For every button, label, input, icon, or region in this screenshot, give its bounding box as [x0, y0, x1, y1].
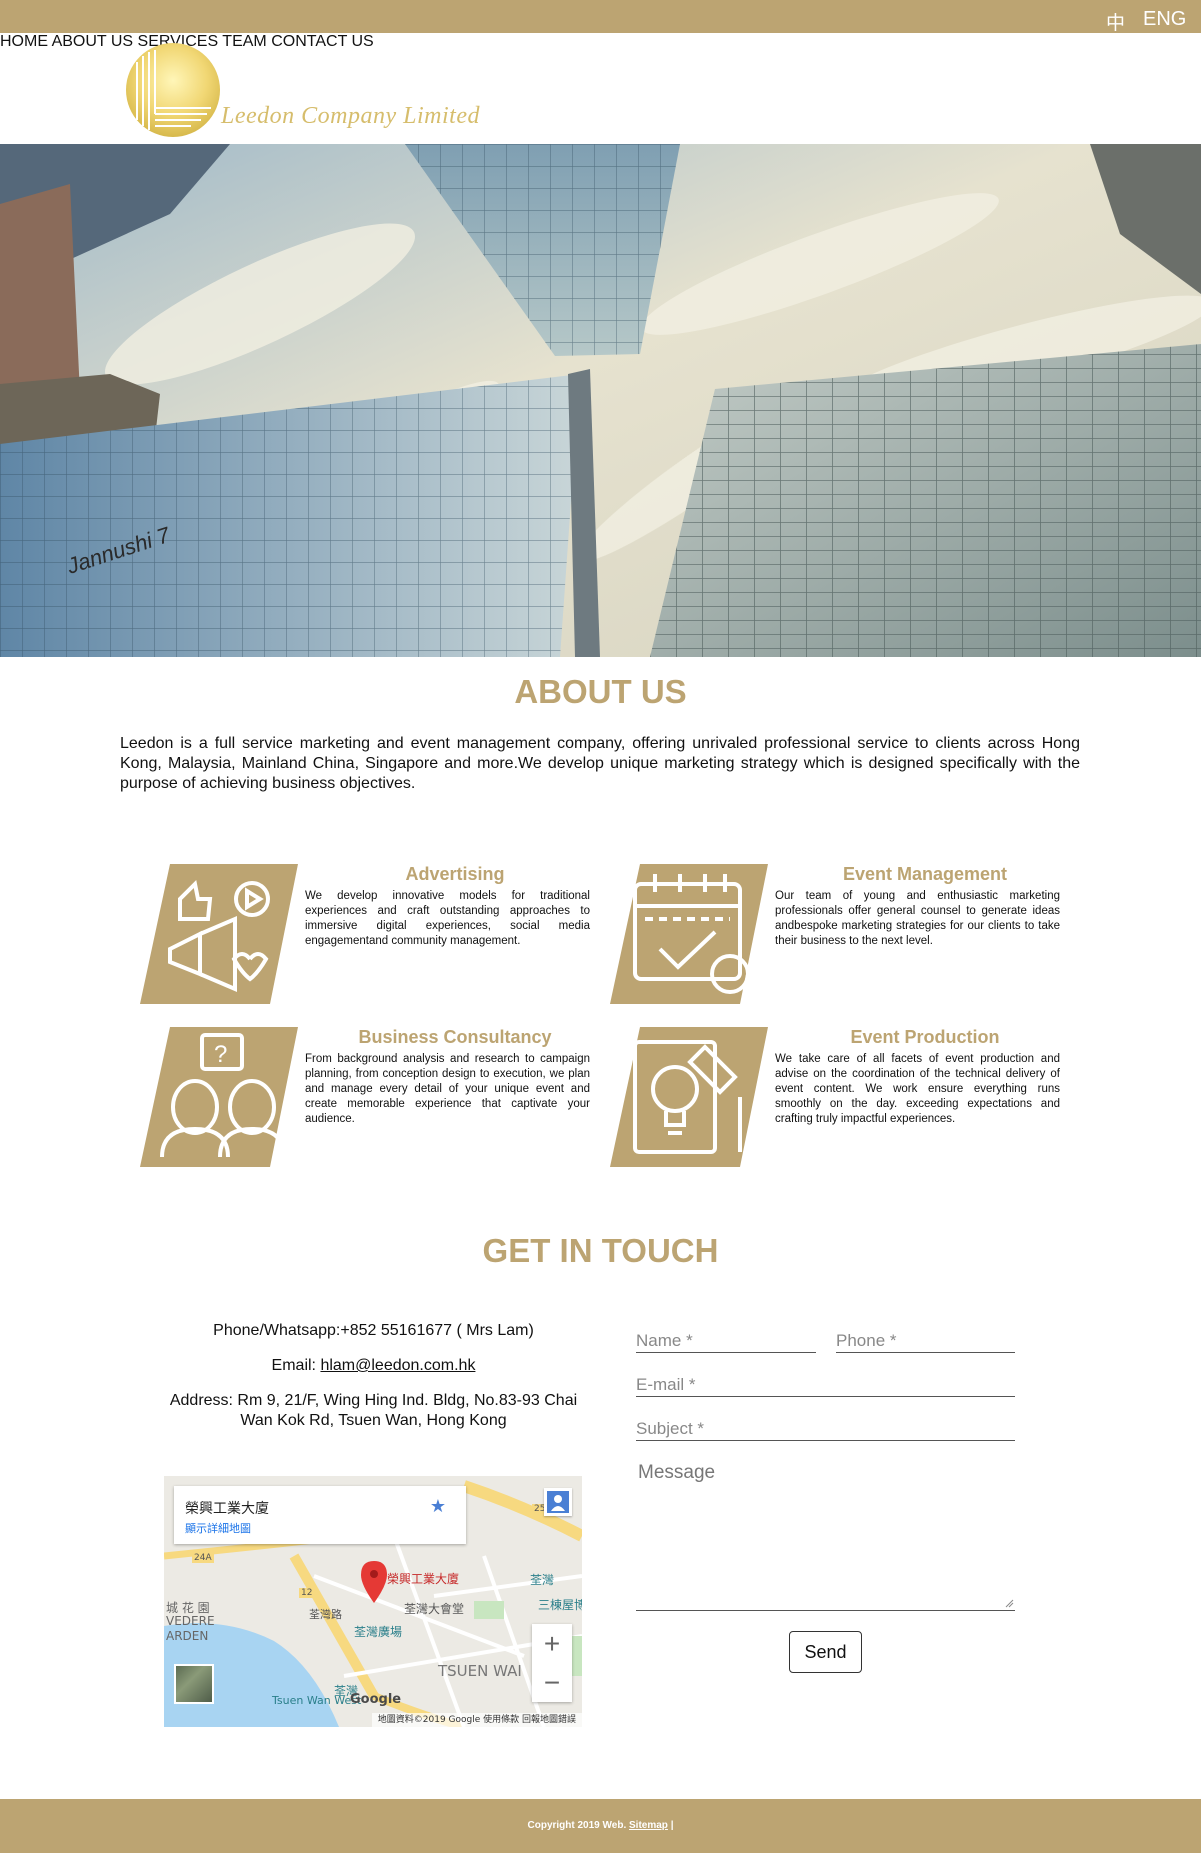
- message-placeholder: Message: [638, 1462, 716, 1483]
- map-label: TSUEN WAI: [438, 1662, 522, 1680]
- service-text: Our team of young and enthusiastic marke…: [775, 890, 1060, 947]
- lang-english-link[interactable]: ENG: [1143, 8, 1186, 31]
- map-view-larger-link[interactable]: 顯示詳細地圖: [185, 1520, 251, 1536]
- map-label: 24A: [192, 1553, 214, 1563]
- service-event-production: Event Production We take care of all fac…: [610, 1027, 1080, 1167]
- service-title: Event Management: [842, 864, 1008, 884]
- email-field[interactable]: E-mail *: [636, 1369, 1015, 1397]
- name-field[interactable]: Name *: [636, 1325, 816, 1353]
- map-footer[interactable]: 地圖資料©2019 Google 使用條款 回報地圖錯誤: [371, 1713, 582, 1727]
- nav-home[interactable]: HOME: [0, 33, 48, 50]
- site-footer: Copyright 2019 Web. Sitemap |: [0, 1799, 1201, 1853]
- lightbulb-document-icon: [610, 1027, 770, 1167]
- nav-about-us[interactable]: ABOUT US: [52, 33, 134, 50]
- service-title: Business Consultancy: [358, 1027, 552, 1047]
- name-placeholder: Name *: [636, 1331, 693, 1350]
- site-header: Leedon Company Limited HOME ABOUT US SER…: [0, 33, 1201, 144]
- language-bar: 中 ENG: [0, 0, 1201, 35]
- service-business-consultancy: ? Business Consultancy From background a…: [140, 1027, 610, 1167]
- phone-field[interactable]: Phone *: [836, 1325, 1015, 1353]
- svg-text:?: ?: [214, 1041, 227, 1068]
- copyright: Copyright 2019 Web.: [527, 1820, 630, 1831]
- map-pin-label: 榮興工業大廈: [387, 1572, 460, 1586]
- map-label: ARDEN: [166, 1629, 209, 1643]
- satellite-toggle-button[interactable]: [174, 1664, 214, 1704]
- contact-address: Address: Rm 9, 21/F, Wing Hing Ind. Bldg…: [160, 1391, 587, 1431]
- resize-handle-icon[interactable]: [1004, 1598, 1014, 1608]
- contact-email-line: Email: hlam@leedon.com.hk: [160, 1356, 587, 1376]
- sitemap-link[interactable]: Sitemap: [629, 1820, 668, 1831]
- service-event-management: Event Management Our team of young and e…: [610, 864, 1080, 1004]
- brand-name[interactable]: Leedon Company Limited: [221, 103, 480, 130]
- map-label: 荃灣廣場: [354, 1625, 403, 1639]
- message-textarea[interactable]: Message: [636, 1456, 1015, 1611]
- map-place-name: 榮興工業大廈: [185, 1501, 269, 1517]
- map-zoom-controls: + −: [532, 1624, 572, 1702]
- get-in-touch-title: GET IN TOUCH: [482, 1232, 719, 1269]
- google-logo: Google: [350, 1692, 402, 1707]
- service-title: Advertising: [405, 864, 505, 884]
- map-label: Tsuen Wan West: [272, 1694, 362, 1707]
- map-label: 荃灣: [530, 1573, 555, 1587]
- subject-field[interactable]: Subject *: [636, 1413, 1015, 1441]
- lang-chinese-link[interactable]: 中: [1106, 8, 1125, 35]
- service-text: From background analysis and research to…: [305, 1053, 590, 1125]
- hero-image: Jannushi 7: [0, 144, 1201, 657]
- address-line: Wan Kok Rd, Tsuen Wan, Hong Kong: [240, 1412, 507, 1429]
- zoom-in-button[interactable]: +: [532, 1624, 572, 1663]
- service-advertising: Advertising We develop innovative models…: [140, 864, 610, 1004]
- service-title: Event Production: [850, 1027, 1000, 1047]
- map-label: 荃灣大會堂: [404, 1602, 465, 1616]
- map-label: 荃灣路: [309, 1608, 342, 1621]
- nav-contact-us[interactable]: CONTACT US: [271, 33, 374, 50]
- megaphone-icon: [140, 864, 300, 1004]
- email-placeholder: E-mail *: [636, 1375, 696, 1394]
- map-label: 三棟屋博: [538, 1598, 582, 1612]
- footer-text: Copyright 2019 Web. Sitemap |: [0, 1820, 1201, 1831]
- service-text: We develop innovative models for traditi…: [305, 890, 590, 947]
- zoom-out-button[interactable]: −: [532, 1663, 572, 1702]
- about-title: ABOUT US: [514, 673, 687, 710]
- send-button[interactable]: Send: [789, 1631, 862, 1673]
- contact-phone: Phone/Whatsapp:+852 55161677 ( Mrs Lam): [213, 1322, 534, 1339]
- google-map[interactable]: 榮興工業大廈 荃灣 三棟屋博 荃灣大會堂 荃灣廣場 城 花 園 VEDERE A…: [164, 1476, 582, 1727]
- map-place-card: 榮興工業大廈 顯示詳細地圖 ★: [174, 1486, 466, 1544]
- about-text: Leedon is a full service marketing and e…: [120, 735, 1080, 792]
- logo-icon[interactable]: [125, 42, 221, 143]
- email-link[interactable]: hlam@leedon.com.hk: [320, 1357, 475, 1374]
- phone-placeholder: Phone *: [836, 1331, 897, 1350]
- map-label: 12: [299, 1588, 315, 1598]
- subject-placeholder: Subject *: [636, 1419, 705, 1438]
- consultants-icon: ?: [140, 1027, 300, 1167]
- calendar-check-icon: [610, 864, 770, 1004]
- save-star-icon[interactable]: ★: [430, 1496, 446, 1517]
- street-view-pegman-icon[interactable]: [544, 1488, 572, 1516]
- footer-separator: |: [667, 1820, 674, 1831]
- map-label: VEDERE: [166, 1614, 215, 1628]
- email-label: Email:: [271, 1357, 321, 1374]
- address-line: Address: Rm 9, 21/F, Wing Hing Ind. Bldg…: [169, 1392, 578, 1409]
- nav-team[interactable]: TEAM: [222, 33, 266, 50]
- service-text: We take care of all facets of event prod…: [775, 1053, 1060, 1125]
